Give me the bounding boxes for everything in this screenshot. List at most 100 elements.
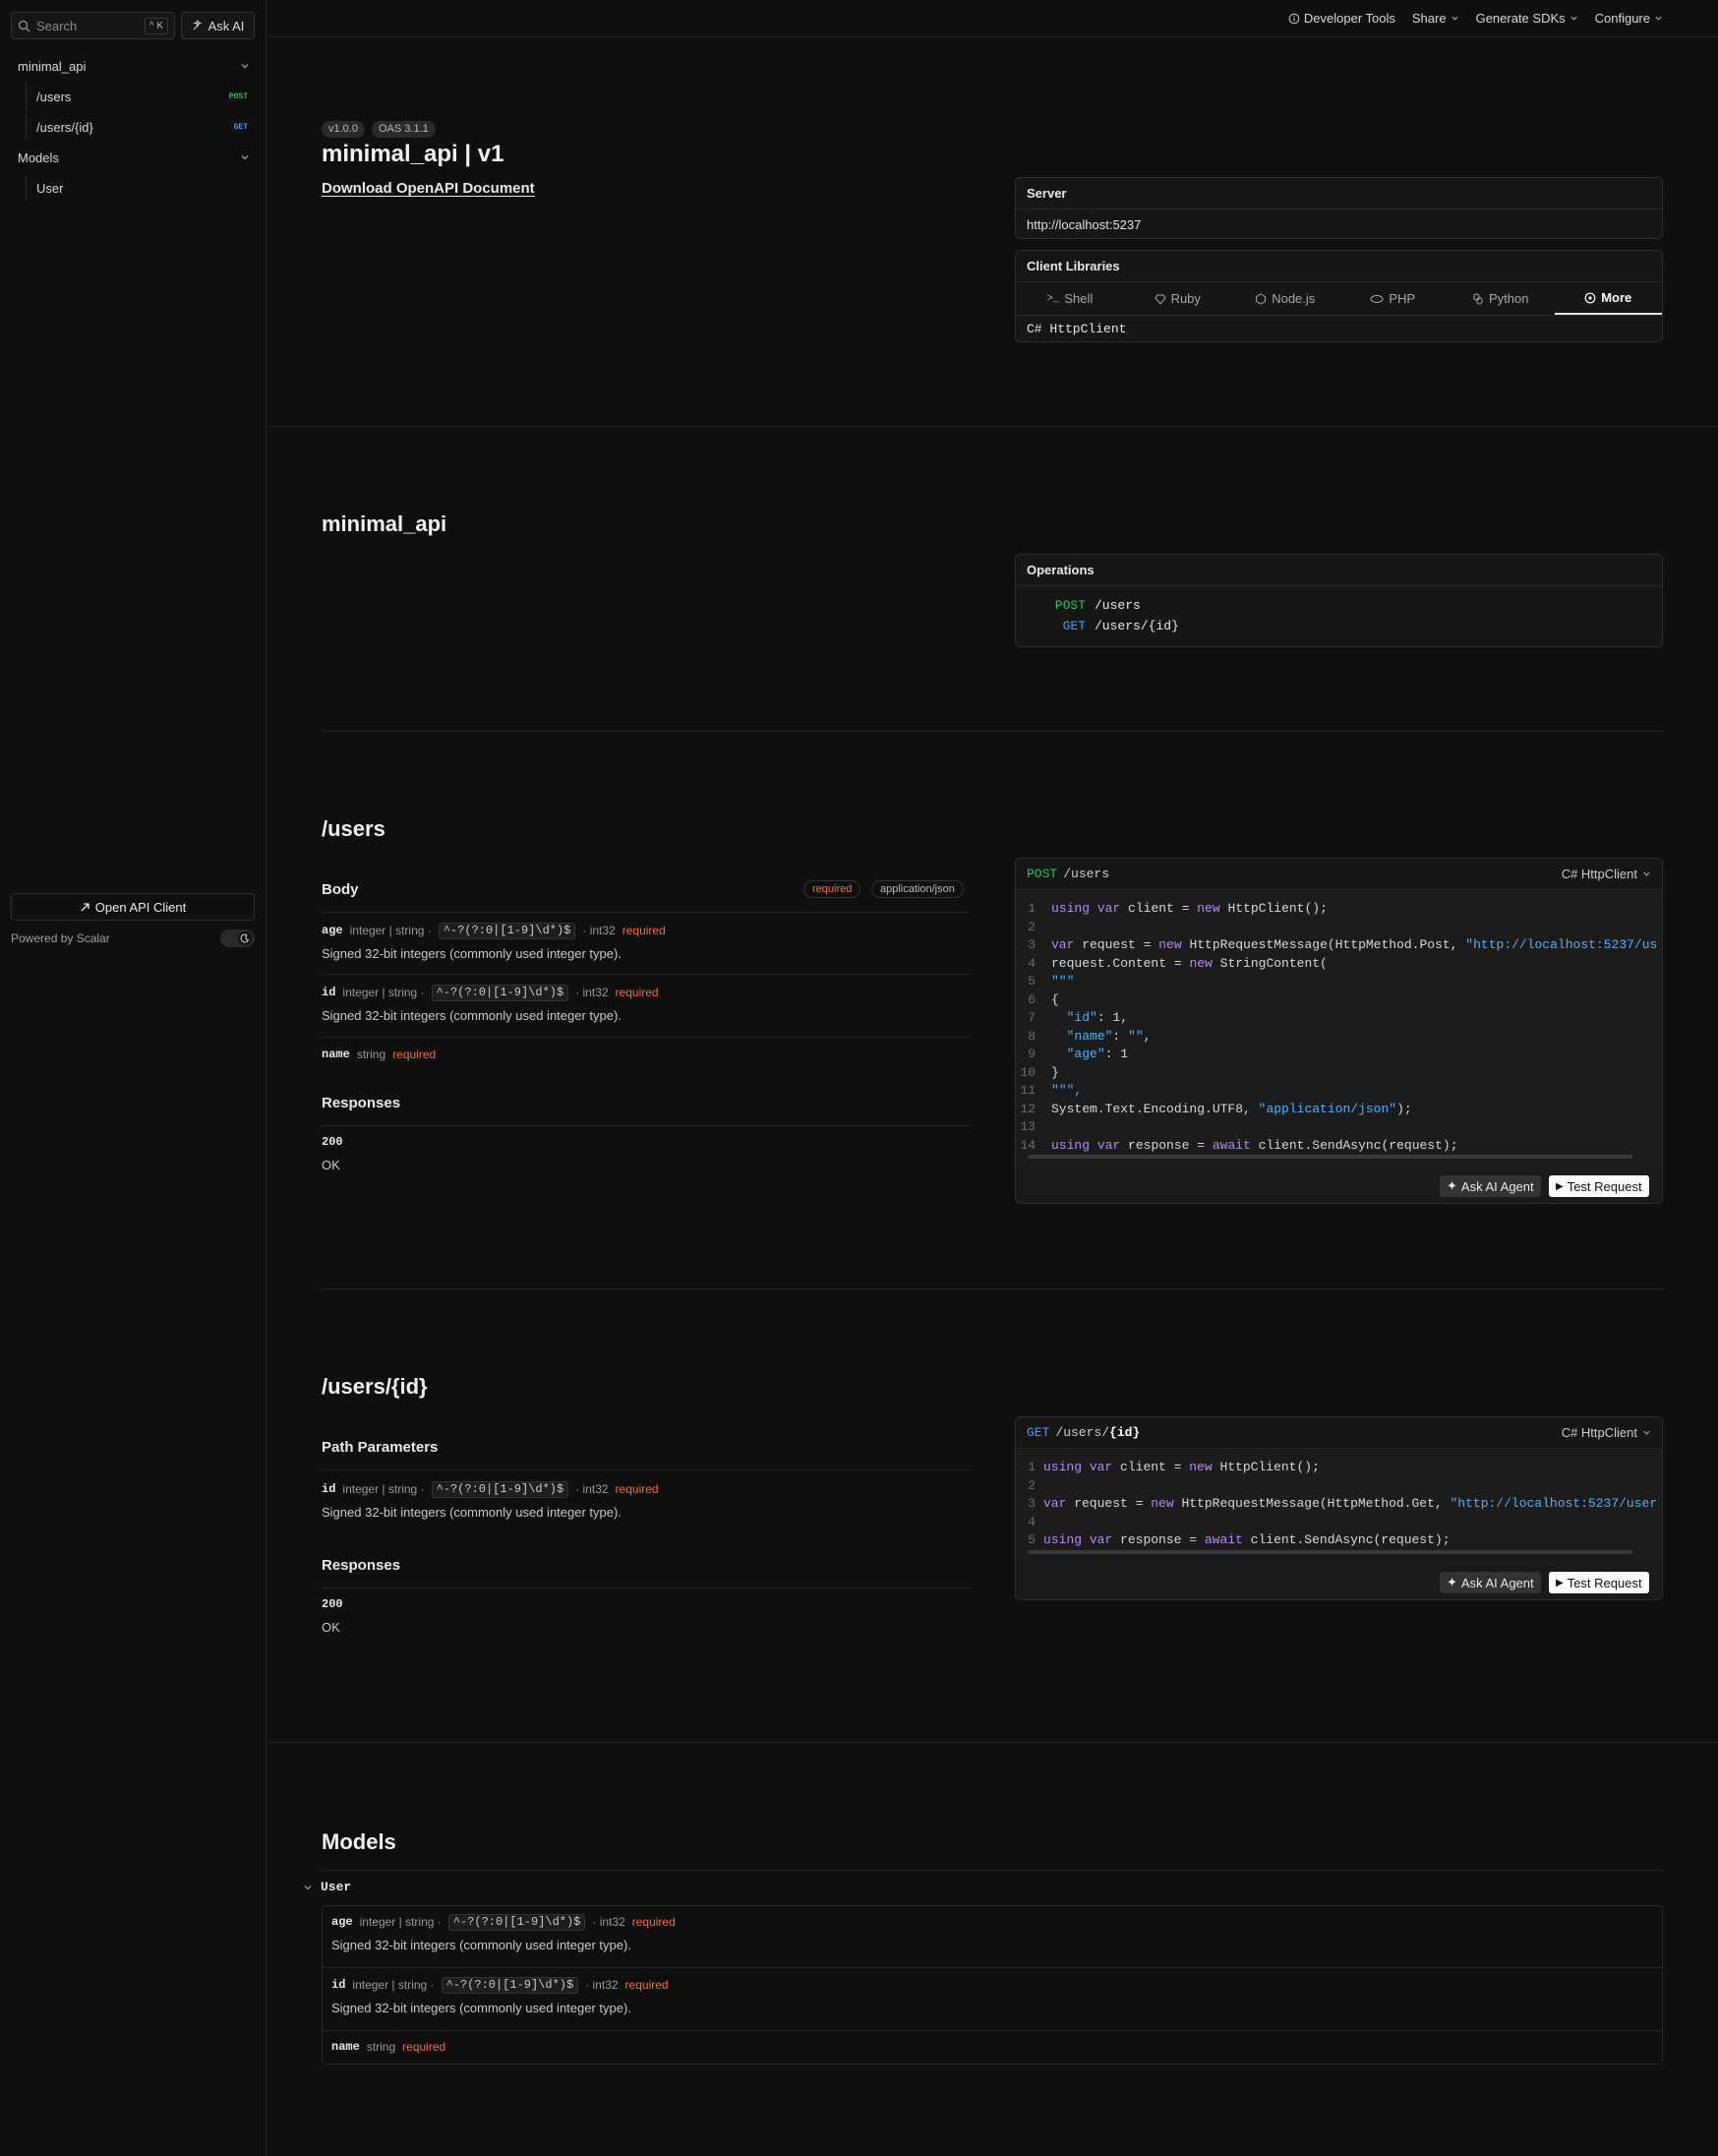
chevron-down-icon bbox=[241, 64, 249, 69]
download-openapi-link[interactable]: Download OpenAPI Document bbox=[322, 180, 535, 197]
server-url[interactable]: http://localhost:5237 bbox=[1016, 210, 1662, 238]
param-name: id bbox=[331, 1978, 346, 1992]
search-input[interactable]: Search ^ K bbox=[11, 12, 175, 39]
server-label: Server bbox=[1016, 178, 1662, 210]
param-format: · int32 bbox=[575, 1482, 609, 1496]
test-request-label: Test Request bbox=[1567, 1575, 1642, 1590]
line-number: 9 bbox=[1028, 1047, 1036, 1061]
tab-label: PHP bbox=[1389, 291, 1416, 306]
client-select-label: C# HttpClient bbox=[1561, 867, 1637, 881]
sidebar-group-minimal-api[interactable]: minimal_api bbox=[10, 53, 258, 79]
code-block: 1 using var client = new HttpClient(); 2 3 v… bbox=[1016, 1450, 1662, 1560]
tab-nodejs[interactable]: Node.js bbox=[1231, 282, 1339, 315]
configure-menu[interactable]: Configure bbox=[1595, 11, 1663, 26]
operation-post-users[interactable]: POST /users bbox=[1052, 598, 1141, 613]
line-number: 7 bbox=[1028, 1010, 1036, 1025]
chevron-down-icon bbox=[241, 155, 249, 160]
sidebar-item-user-model[interactable]: User bbox=[26, 175, 258, 201]
client-select-label: C# HttpClient bbox=[1561, 1425, 1637, 1440]
code-line: "name": "", bbox=[1066, 1028, 1152, 1044]
param-name: age bbox=[322, 924, 343, 937]
sidebar-item-get-user[interactable]: /users/{id} GET bbox=[26, 114, 258, 140]
tab-php[interactable]: PHP bbox=[1339, 282, 1448, 315]
content-type-badge[interactable]: application/json bbox=[871, 880, 964, 898]
sidebar-group-models[interactable]: Models bbox=[10, 145, 258, 170]
ask-ai-agent-button[interactable]: ✦ Ask AI Agent bbox=[1440, 1572, 1541, 1593]
tab-more[interactable]: More bbox=[1554, 282, 1662, 315]
horizontal-scrollbar[interactable] bbox=[1028, 1550, 1632, 1554]
responses-label: Responses bbox=[322, 1095, 401, 1111]
param-required: required bbox=[631, 1915, 676, 1929]
tab-ruby[interactable]: Ruby bbox=[1124, 282, 1232, 315]
code-line: request.Content = new StringContent( bbox=[1051, 955, 1328, 971]
chevron-down-icon bbox=[1570, 16, 1577, 21]
tab-label: Python bbox=[1489, 291, 1529, 306]
divider bbox=[322, 1870, 1663, 1871]
play-icon: ▶ bbox=[1556, 1180, 1564, 1192]
configure-label: Configure bbox=[1594, 11, 1650, 26]
param-pattern: ^-?(?:0|[1-9]\d*)$ bbox=[447, 1913, 586, 1931]
code-line: System.Text.Encoding.UTF8, "application/… bbox=[1051, 1101, 1412, 1116]
share-menu[interactable]: Share bbox=[1412, 11, 1459, 26]
test-request-label: Test Request bbox=[1567, 1178, 1642, 1194]
code-line: using var client = new HttpClient(); bbox=[1051, 901, 1328, 916]
client-tabs: >_ Shell Ruby Node.js PHP Python More bbox=[1016, 282, 1662, 316]
code-line: } bbox=[1051, 1064, 1059, 1080]
sidebar-group-label: Models bbox=[18, 150, 59, 165]
tab-python[interactable]: Python bbox=[1447, 282, 1555, 315]
param-description: Signed 32-bit integers (commonly used in… bbox=[322, 1008, 622, 1023]
tab-shell[interactable]: >_ Shell bbox=[1016, 282, 1124, 315]
request-path-param: {id} bbox=[1109, 1425, 1141, 1440]
search-icon bbox=[18, 20, 30, 31]
request-example-header: GET /users/ {id} C# HttpClient bbox=[1016, 1417, 1662, 1449]
terminal-icon: >_ bbox=[1046, 292, 1060, 305]
ruby-icon bbox=[1154, 294, 1166, 305]
param-description: Signed 32-bit integers (commonly used in… bbox=[331, 1938, 631, 1952]
body-label: Body bbox=[322, 881, 359, 898]
sparkle-icon: ✦ bbox=[1447, 1575, 1457, 1589]
ask-agent-label: Ask AI Agent bbox=[1460, 1178, 1534, 1194]
param-required: required bbox=[615, 1482, 659, 1496]
ask-agent-label: Ask AI Agent bbox=[1460, 1575, 1534, 1590]
client-select[interactable]: C# HttpClient bbox=[1562, 1425, 1651, 1440]
operation-get-user[interactable]: GET /users/{id} bbox=[1052, 619, 1179, 633]
sidebar-group-label: minimal_api bbox=[18, 58, 87, 74]
developer-tools-button[interactable]: Developer Tools bbox=[1288, 11, 1395, 26]
divider bbox=[267, 426, 1718, 427]
response-text: OK bbox=[322, 1620, 340, 1635]
tab-label: Shell bbox=[1064, 291, 1094, 306]
more-icon bbox=[1584, 292, 1596, 303]
line-number: 1 bbox=[1028, 1460, 1036, 1474]
path-parameters-label: Path Parameters bbox=[322, 1439, 439, 1456]
line-number: 4 bbox=[1028, 1514, 1036, 1529]
model-param-age: age integer | string · ^-?(?:0|[1-9]\d*)… bbox=[331, 1913, 980, 1952]
line-number: 12 bbox=[1020, 1101, 1036, 1116]
sparkle-icon bbox=[192, 20, 203, 30]
method-badge: POST bbox=[1054, 598, 1086, 613]
code-line: "age": 1 bbox=[1066, 1047, 1129, 1061]
dark-mode-toggle[interactable] bbox=[220, 929, 255, 947]
model-user-toggle[interactable]: User bbox=[303, 1880, 351, 1894]
client-libraries-card: Client Libraries >_ Shell Ruby Node.js PH… bbox=[1015, 250, 1663, 342]
request-path: /users/ bbox=[1055, 1425, 1110, 1440]
test-request-button[interactable]: ▶ Test Request bbox=[1549, 1175, 1649, 1197]
open-api-client-button[interactable]: Open API Client bbox=[11, 893, 255, 921]
sparkle-icon: ✦ bbox=[1447, 1178, 1457, 1193]
param-name: name bbox=[322, 1048, 350, 1061]
param-required: required bbox=[392, 1048, 437, 1061]
param-required: required bbox=[615, 986, 659, 999]
client-select[interactable]: C# HttpClient bbox=[1562, 867, 1651, 881]
horizontal-scrollbar[interactable] bbox=[1028, 1155, 1632, 1159]
sidebar-item-post-users[interactable]: /users POST bbox=[26, 84, 258, 109]
chevron-down-icon bbox=[1643, 871, 1650, 876]
ask-ai-agent-button[interactable]: ✦ Ask AI Agent bbox=[1440, 1175, 1541, 1197]
param-format: · int32 bbox=[575, 986, 609, 999]
ask-ai-button[interactable]: Ask AI bbox=[181, 12, 255, 39]
test-request-button[interactable]: ▶ Test Request bbox=[1549, 1572, 1649, 1593]
method-badge: POST bbox=[1027, 867, 1058, 881]
param-pattern: ^-?(?:0|[1-9]\d*)$ bbox=[441, 1976, 579, 1994]
divider bbox=[323, 1967, 1662, 1968]
generate-sdks-menu[interactable]: Generate SDKs bbox=[1476, 11, 1578, 26]
code-line: using var response = await client.SendAs… bbox=[1051, 1137, 1458, 1153]
param-age: age integer | string · ^-?(?:0|[1-9]\d*)… bbox=[322, 922, 971, 961]
